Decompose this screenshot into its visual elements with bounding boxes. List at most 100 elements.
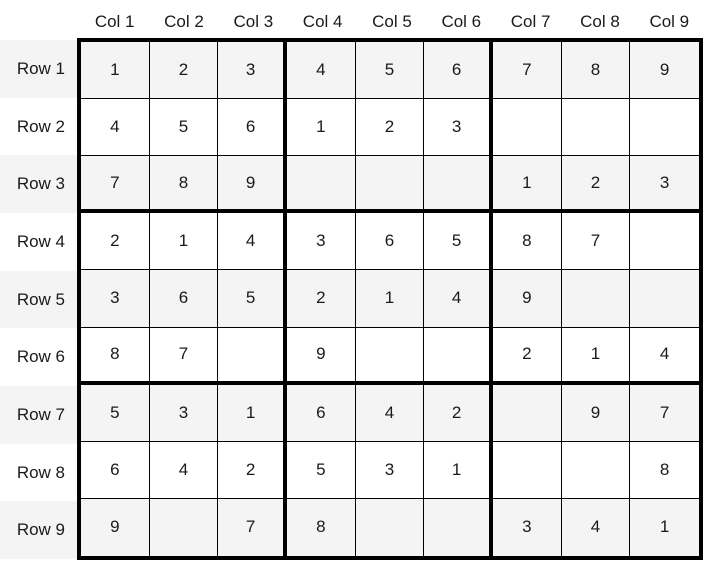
grid-cell[interactable]: 2 (561, 156, 631, 214)
grid-cell[interactable]: 9 (286, 327, 356, 385)
grid-cell[interactable]: 6 (424, 42, 493, 100)
row-header: Row 8 (0, 443, 77, 502)
grid-cell[interactable]: 9 (630, 42, 699, 100)
grid-cell[interactable] (355, 156, 425, 214)
grid-cell[interactable] (630, 99, 699, 157)
grid-cell[interactable]: 6 (81, 441, 150, 499)
grid-cell[interactable]: 3 (149, 384, 219, 442)
grid-cell[interactable]: 4 (218, 213, 287, 271)
grid-cell[interactable]: 7 (630, 384, 699, 442)
grid-cell[interactable]: 3 (286, 213, 356, 271)
column-header: Col 3 (233, 12, 274, 31)
grid-cell[interactable]: 1 (149, 213, 219, 271)
grid-cell[interactable] (218, 327, 287, 385)
grid-cell[interactable] (561, 441, 631, 499)
grid-cell[interactable]: 1 (286, 99, 356, 157)
row-header: Row 9 (0, 501, 77, 559)
grid-cell[interactable]: 1 (630, 498, 699, 556)
grid-cell[interactable]: 3 (630, 156, 699, 214)
grid-cell[interactable]: 5 (81, 384, 150, 442)
grid-cell[interactable]: 8 (492, 213, 562, 271)
grid-cell[interactable] (355, 498, 425, 556)
grid-cell[interactable]: 3 (355, 441, 425, 499)
grid-cell[interactable]: 5 (355, 42, 425, 100)
row-header: Row 7 (0, 385, 77, 444)
grid-cell[interactable] (561, 270, 631, 328)
grid-cell[interactable]: 5 (149, 99, 219, 157)
row-header: Row 6 (0, 328, 77, 386)
grid-cell[interactable] (630, 270, 699, 328)
grid-cell[interactable]: 1 (355, 270, 425, 328)
grid-cell[interactable] (492, 384, 562, 442)
row-header: Row 4 (0, 212, 77, 271)
grid-cell[interactable]: 4 (424, 270, 493, 328)
grid-cell[interactable]: 7 (561, 213, 631, 271)
sudoku-grid: 1234567894561237891232143658736521498792… (77, 38, 703, 560)
grid-cell[interactable]: 8 (630, 441, 699, 499)
grid-cell[interactable]: 1 (424, 441, 493, 499)
row-header-column: Row 1 Row 2 Row 3 Row 4 Row 5 Row 6 Row 7 Row 8… (0, 40, 77, 559)
grid-cell[interactable] (630, 213, 699, 271)
grid-cell[interactable]: 3 (218, 42, 287, 100)
grid-cell[interactable] (492, 99, 562, 157)
grid-cell[interactable]: 6 (218, 99, 287, 157)
grid-cell[interactable]: 2 (218, 441, 287, 499)
grid-cell[interactable]: 3 (81, 270, 150, 328)
grid-cell[interactable]: 5 (286, 441, 356, 499)
grid-cell[interactable] (424, 498, 493, 556)
grid-cell[interactable]: 4 (630, 327, 699, 385)
grid-cell[interactable]: 1 (492, 156, 562, 214)
grid-cell[interactable]: 3 (424, 99, 493, 157)
grid-cell[interactable]: 1 (218, 384, 287, 442)
grid-cell[interactable]: 9 (561, 384, 631, 442)
grid-cell[interactable]: 8 (286, 498, 356, 556)
grid-cell[interactable]: 4 (81, 99, 150, 157)
grid-cell[interactable]: 8 (561, 42, 631, 100)
column-header: Col 5 (372, 12, 412, 31)
grid-cell[interactable]: 1 (81, 42, 150, 100)
grid-cell[interactable]: 2 (81, 213, 150, 271)
grid-cell[interactable]: 2 (492, 327, 562, 385)
grid-cell[interactable] (355, 327, 425, 385)
grid-cell[interactable]: 6 (286, 384, 356, 442)
column-header: Col 1 (94, 12, 135, 31)
grid-cell[interactable]: 7 (492, 42, 562, 100)
grid-cell[interactable] (424, 327, 493, 385)
column-header: Col 8 (580, 12, 620, 31)
grid-cell[interactable]: 6 (149, 270, 219, 328)
grid-cell[interactable]: 5 (424, 213, 493, 271)
grid-cell[interactable]: 8 (81, 327, 150, 385)
grid-cell[interactable]: 5 (218, 270, 287, 328)
grid-cell[interactable]: 9 (492, 270, 562, 328)
column-header-row: Col 1 Col 2 Col 3 Col 4 Col 5 Col 6 Col 7 Col 8… (80, 0, 704, 40)
grid-cell[interactable]: 2 (286, 270, 356, 328)
grid-cell[interactable]: 8 (149, 156, 219, 214)
grid-cell[interactable] (492, 441, 562, 499)
grid-cell[interactable]: 7 (218, 498, 287, 556)
grid-cell[interactable]: 9 (81, 498, 150, 556)
row-header: Row 2 (0, 97, 77, 156)
grid-cell[interactable]: 4 (355, 384, 425, 442)
column-header: Col 9 (649, 12, 690, 31)
grid-cell[interactable]: 1 (561, 327, 631, 385)
column-header: Col 2 (164, 12, 204, 31)
grid-cell[interactable] (424, 156, 493, 214)
row-header: Row 3 (0, 155, 77, 213)
grid-cell[interactable]: 2 (424, 384, 493, 442)
column-header: Col 6 (441, 12, 482, 31)
grid-cell[interactable] (286, 156, 356, 214)
grid-cell[interactable]: 6 (355, 213, 425, 271)
grid-cell[interactable] (561, 99, 631, 157)
grid-cell[interactable]: 3 (492, 498, 562, 556)
grid-cell[interactable]: 7 (81, 156, 150, 214)
row-header: Row 5 (0, 270, 77, 329)
grid-cell[interactable]: 7 (149, 327, 219, 385)
grid-cell[interactable]: 4 (149, 441, 219, 499)
grid-cell[interactable]: 9 (218, 156, 287, 214)
grid-cell[interactable]: 2 (149, 42, 219, 100)
grid-cell[interactable]: 2 (355, 99, 425, 157)
grid-cell[interactable]: 4 (286, 42, 356, 100)
row-header: Row 1 (0, 40, 77, 98)
grid-cell[interactable] (149, 498, 219, 556)
grid-cell[interactable]: 4 (561, 498, 631, 556)
